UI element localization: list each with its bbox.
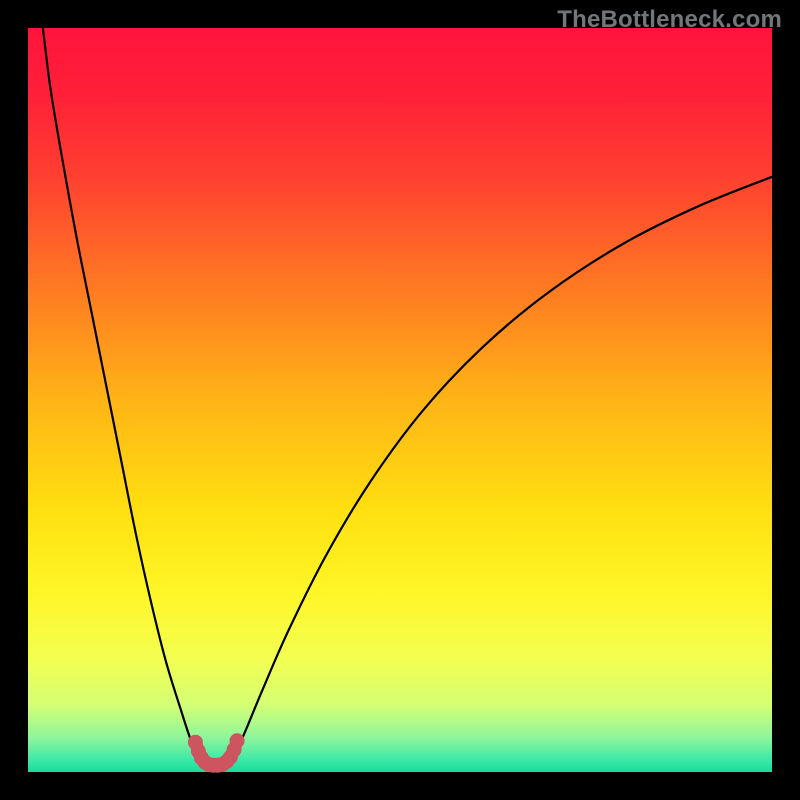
watermark-text: TheBottleneck.com xyxy=(557,6,782,34)
chart-frame: TheBottleneck.com xyxy=(0,0,800,800)
series-valley-marker-dot xyxy=(230,733,245,748)
plot-svg xyxy=(0,0,800,800)
plot-background xyxy=(28,28,772,772)
